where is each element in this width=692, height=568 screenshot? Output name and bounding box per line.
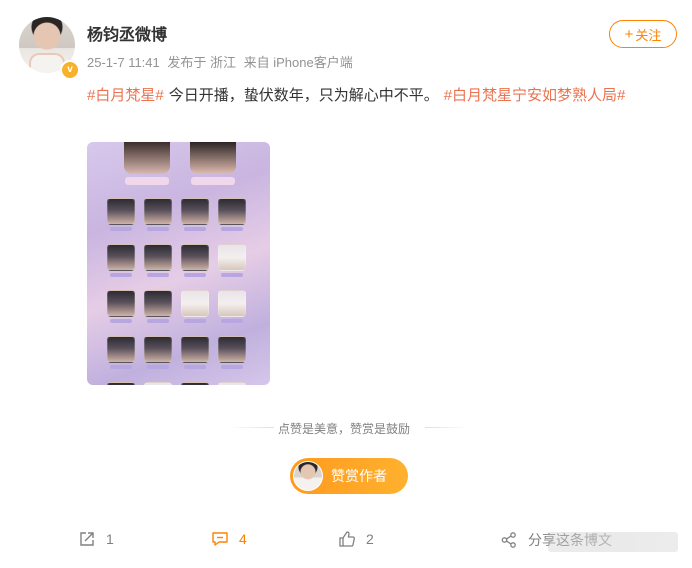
cast-portrait <box>218 382 246 385</box>
post-location: 发布于 浙江 <box>167 55 237 70</box>
comment-count: 4 <box>239 531 247 547</box>
like-count: 2 <box>366 531 374 547</box>
hashtag-link[interactable]: #白月梵星# <box>87 87 164 104</box>
cast-portrait <box>218 336 246 363</box>
cast-name-tag <box>147 273 169 277</box>
cast-portrait <box>218 244 246 271</box>
cast-portrait <box>218 198 246 225</box>
post-image[interactable] <box>87 142 270 385</box>
cast-portrait <box>218 290 246 317</box>
cast-portrait <box>144 198 172 225</box>
post-body: 今日开播，蛰伏数年，只为解心中不平。 <box>168 87 439 104</box>
post-time[interactable]: 25-1-7 11:41 <box>87 55 160 70</box>
cast-portrait <box>144 382 172 385</box>
cast-portrait <box>107 382 135 385</box>
cast-name-tag <box>147 319 169 323</box>
divider-line <box>229 427 274 428</box>
cast-name-tag <box>147 365 169 369</box>
comment-icon <box>212 532 228 546</box>
share-button[interactable]: 1 <box>78 530 114 548</box>
cast-name-tag <box>184 227 206 231</box>
cast-portrait <box>181 336 209 363</box>
cast-name-tag <box>221 273 243 277</box>
cast-portrait <box>107 198 135 225</box>
verified-badge: v <box>60 60 80 80</box>
hashtag-link[interactable]: #白月梵星宁安如梦熟人局# <box>444 87 626 104</box>
cast-portrait <box>107 290 135 317</box>
share-count: 1 <box>106 531 114 547</box>
cast-name-tag <box>110 319 132 323</box>
lead-portrait <box>124 142 170 174</box>
cast-name-tag <box>184 273 206 277</box>
post-meta: 25-1-7 11:41 发布于 浙江 来自 iPhone客户端 <box>87 52 357 71</box>
cast-name-tag <box>184 365 206 369</box>
share-node-icon <box>501 532 516 548</box>
cast-name-tag <box>221 319 243 323</box>
lead-name-tag <box>191 177 235 185</box>
cast-portrait <box>181 382 209 385</box>
username[interactable]: 杨钧丞微博 <box>87 21 167 45</box>
cast-portrait <box>144 336 172 363</box>
cast-portrait <box>181 290 209 317</box>
cast-portrait <box>181 198 209 225</box>
cast-name-tag <box>110 273 132 277</box>
cast-name-tag <box>221 365 243 369</box>
cast-portrait <box>144 244 172 271</box>
cast-portrait <box>107 336 135 363</box>
post-text: #白月梵星# 今日开播，蛰伏数年，只为解心中不平。 #白月梵星宁安如梦熟人局# <box>87 84 625 105</box>
divider-line <box>425 427 470 428</box>
reward-button[interactable]: 赞赏作者 <box>290 458 408 494</box>
follow-label: 关注 <box>635 27 662 43</box>
reward-divider-text: 点赞是美意，赞赏是鼓励 <box>278 422 411 436</box>
cast-name-tag <box>221 227 243 231</box>
cast-name-tag <box>184 319 206 323</box>
follow-button[interactable]: + 关注 <box>609 20 677 48</box>
plus-icon: + <box>624 25 634 43</box>
cast-name-tag <box>147 227 169 231</box>
reward-label: 赞赏作者 <box>331 468 387 484</box>
lead-portrait <box>190 142 236 174</box>
post-source: 来自 iPhone客户端 <box>243 55 353 70</box>
cast-name-tag <box>110 365 132 369</box>
like-button[interactable]: 2 <box>338 530 374 548</box>
cast-portrait <box>107 244 135 271</box>
comment-button[interactable]: 4 <box>211 530 247 548</box>
author-mini-avatar <box>293 461 323 491</box>
lead-name-tag <box>125 177 169 185</box>
cast-name-tag <box>110 227 132 231</box>
share-icon <box>80 532 94 546</box>
watermark <box>548 532 678 552</box>
cast-portrait <box>181 244 209 271</box>
cast-portrait <box>144 290 172 317</box>
thumbs-up-icon <box>339 531 355 547</box>
